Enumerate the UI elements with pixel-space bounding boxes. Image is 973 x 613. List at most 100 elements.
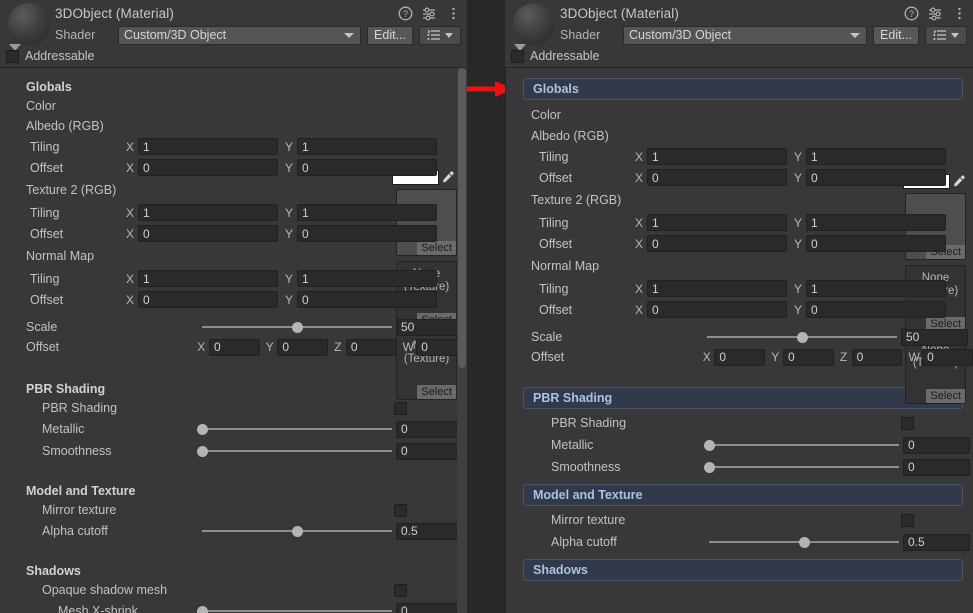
shader-dropdown[interactable]: Custom/3D Object bbox=[623, 25, 868, 45]
albedo-tiling-y-input[interactable]: 1 bbox=[806, 148, 946, 165]
kebab-menu-icon[interactable] bbox=[446, 6, 461, 21]
offset-vector-z-input[interactable]: 0 bbox=[345, 338, 397, 356]
smoothness-row: Smoothness 0 bbox=[0, 440, 467, 462]
albedo-tiling-x-input[interactable]: 1 bbox=[138, 138, 278, 155]
addressable-checkbox[interactable] bbox=[6, 49, 19, 63]
pbr-shading-checkbox[interactable] bbox=[394, 401, 407, 415]
texture2-offset-y-input[interactable]: 0 bbox=[806, 235, 946, 252]
preset-settings-icon[interactable] bbox=[928, 6, 943, 21]
texture2-tiling-x-input[interactable]: 1 bbox=[647, 214, 787, 231]
slider-knob[interactable] bbox=[703, 439, 715, 451]
mesh-shrink-label: Mesh X-shrink bbox=[58, 604, 138, 613]
section-header-model[interactable]: Model and Texture bbox=[523, 484, 963, 506]
mirror-texture-checkbox[interactable] bbox=[394, 503, 407, 517]
normalmap-offset-x-input[interactable]: 0 bbox=[647, 301, 787, 318]
offset-vector-x-input[interactable]: 0 bbox=[714, 348, 766, 366]
section-header-pbr[interactable]: PBR Shading bbox=[523, 387, 963, 409]
slider-knob[interactable] bbox=[291, 321, 303, 333]
section-header-shadows[interactable]: Shadows bbox=[523, 559, 963, 581]
shader-dropdown[interactable]: Custom/3D Object bbox=[118, 25, 362, 45]
alpha-cutoff-value-input[interactable]: 0.5 bbox=[903, 533, 970, 551]
texture2-offset-y-input[interactable]: 0 bbox=[297, 225, 437, 242]
section-header-globals[interactable]: Globals bbox=[0, 78, 467, 96]
section-header-pbr[interactable]: PBR Shading bbox=[0, 380, 467, 398]
texture2-offset-x-input[interactable]: 0 bbox=[647, 235, 787, 252]
albedo-offset-y-input[interactable]: 0 bbox=[297, 159, 437, 176]
smoothness-slider[interactable] bbox=[196, 443, 392, 460]
title-row: 3DObject (Material) ? bbox=[560, 3, 967, 23]
edit-shader-button[interactable]: Edit... bbox=[873, 25, 919, 45]
texture2-tiling-y-input[interactable]: 1 bbox=[297, 204, 437, 221]
albedo-tiling-row: Tiling X 1 Y 1 bbox=[0, 136, 467, 157]
help-icon[interactable]: ? bbox=[904, 6, 919, 21]
mirror-texture-checkbox[interactable] bbox=[901, 513, 914, 527]
pbr-shading-checkbox[interactable] bbox=[901, 416, 914, 430]
albedo-tiling-y-input[interactable]: 1 bbox=[297, 138, 437, 155]
normalmap-offset-x-input[interactable]: 0 bbox=[138, 291, 278, 308]
scale-slider[interactable] bbox=[202, 319, 392, 336]
smoothness-value-input[interactable]: 0 bbox=[396, 442, 463, 460]
edit-shader-button[interactable]: Edit... bbox=[367, 25, 413, 45]
metallic-slider[interactable] bbox=[703, 437, 899, 454]
scale-row: Scale 50 bbox=[505, 320, 973, 346]
albedo-offset-y-input[interactable]: 0 bbox=[806, 169, 946, 186]
smoothness-slider[interactable] bbox=[703, 459, 899, 476]
scale-value-input[interactable]: 50 bbox=[901, 328, 968, 346]
slider-knob[interactable] bbox=[796, 331, 808, 343]
slider-knob[interactable] bbox=[703, 461, 715, 473]
slider-knob[interactable] bbox=[291, 525, 303, 537]
texture2-tiling-y-input[interactable]: 1 bbox=[806, 214, 946, 231]
smoothness-value-input[interactable]: 0 bbox=[903, 458, 970, 476]
preset-settings-icon[interactable] bbox=[422, 6, 437, 21]
section-header-globals[interactable]: Globals bbox=[523, 78, 963, 100]
addressable-row[interactable]: Addressable bbox=[511, 46, 600, 66]
slider-knob[interactable] bbox=[196, 445, 208, 457]
albedo-tiling-x-input[interactable]: 1 bbox=[647, 148, 787, 165]
slider-knob[interactable] bbox=[798, 536, 810, 548]
texture2-tiling-x-input[interactable]: 1 bbox=[138, 204, 278, 221]
offset-vector-y-input[interactable]: 0 bbox=[277, 338, 329, 356]
texture2-offset-row: Offset X 0 Y 0 bbox=[505, 233, 973, 254]
normalmap-tiling-y-input[interactable]: 1 bbox=[297, 270, 437, 287]
vertical-scrollbar-left[interactable] bbox=[457, 68, 467, 613]
opaque-shadow-checkbox[interactable] bbox=[394, 583, 407, 597]
offset-vector-w-input[interactable]: 0 bbox=[922, 348, 973, 366]
alpha-cutoff-slider[interactable] bbox=[202, 523, 392, 540]
normalmap-tiling-x-input[interactable]: 1 bbox=[138, 270, 278, 287]
texture2-tiling-row: Tiling X 1 Y 1 bbox=[0, 202, 467, 223]
section-header-model[interactable]: Model and Texture bbox=[0, 482, 467, 500]
metallic-value-input[interactable]: 0 bbox=[903, 436, 970, 454]
albedo-label: Albedo (RGB) bbox=[531, 129, 609, 143]
offset-vector-y-input[interactable]: 0 bbox=[782, 348, 834, 366]
addressable-checkbox[interactable] bbox=[511, 49, 524, 63]
normalmap-tiling-y-input[interactable]: 1 bbox=[806, 280, 946, 297]
slider-knob[interactable] bbox=[196, 423, 208, 435]
mesh-shrink-slider[interactable] bbox=[196, 603, 392, 613]
alpha-cutoff-slider[interactable] bbox=[709, 534, 899, 551]
preset-dropdown-button[interactable] bbox=[925, 25, 967, 45]
offset-vector-z-input[interactable]: 0 bbox=[851, 348, 903, 366]
axis-x-label: X bbox=[126, 139, 135, 154]
metallic-slider[interactable] bbox=[196, 421, 392, 438]
scale-slider[interactable] bbox=[707, 329, 897, 346]
albedo-offset-x-input[interactable]: 0 bbox=[647, 169, 787, 186]
normalmap-tiling-x-input[interactable]: 1 bbox=[647, 280, 787, 297]
normalmap-offset-y-input[interactable]: 0 bbox=[806, 301, 946, 318]
preset-dropdown-button[interactable] bbox=[419, 25, 461, 45]
axis-x-label: X bbox=[702, 350, 711, 364]
normalmap-select-button[interactable]: Select bbox=[926, 389, 965, 403]
help-icon[interactable]: ? bbox=[398, 6, 413, 21]
section-header-shadows[interactable]: Shadows bbox=[0, 562, 467, 580]
offset-vector-x-input[interactable]: 0 bbox=[208, 338, 260, 356]
slider-knob[interactable] bbox=[196, 605, 208, 613]
texture2-offset-x-input[interactable]: 0 bbox=[138, 225, 278, 242]
alpha-cutoff-value-input[interactable]: 0.5 bbox=[396, 522, 463, 540]
addressable-row[interactable]: Addressable bbox=[6, 46, 95, 66]
scrollbar-thumb[interactable] bbox=[458, 68, 466, 368]
metallic-value-input[interactable]: 0 bbox=[396, 420, 463, 438]
kebab-menu-icon[interactable] bbox=[952, 6, 967, 21]
albedo-offset-x-input[interactable]: 0 bbox=[138, 159, 278, 176]
mesh-shrink-value-input[interactable]: 0 bbox=[396, 602, 463, 613]
normalmap-offset-y-input[interactable]: 0 bbox=[297, 291, 437, 308]
scale-value-input[interactable]: 50 bbox=[396, 318, 463, 336]
